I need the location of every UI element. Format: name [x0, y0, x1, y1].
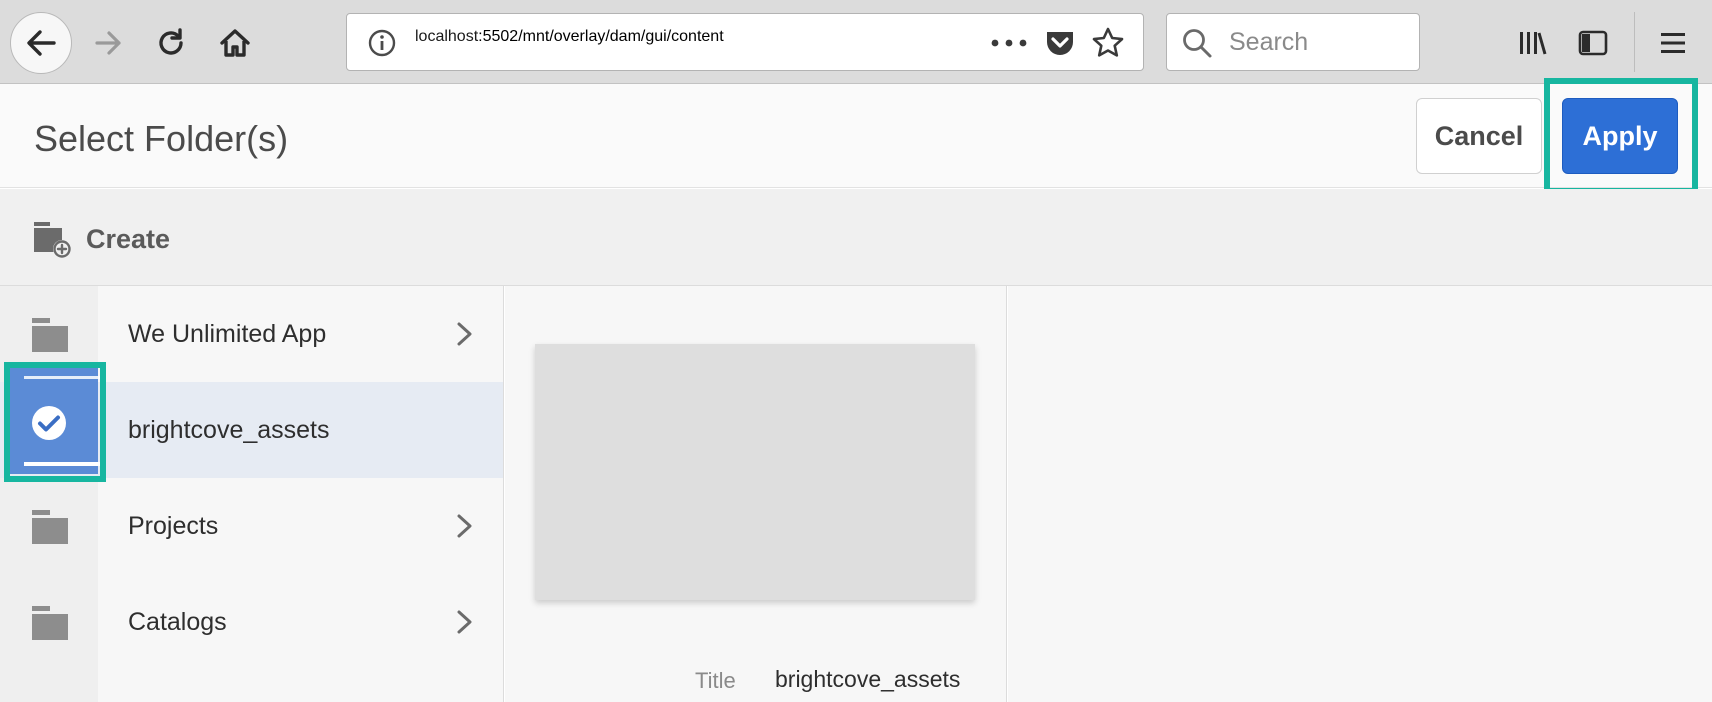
browser-toolbar: localhost:5502/mnt/overlay/dam/gui/conte… [0, 0, 1712, 84]
toolbar-separator [1634, 12, 1635, 72]
page-actions-icon[interactable] [987, 28, 1031, 58]
library-button[interactable] [1508, 18, 1558, 68]
selection-highlight-box [4, 362, 106, 482]
url-path: :5502/mnt/overlay/dam/gui/content [478, 28, 724, 45]
preview-thumbnail [535, 344, 975, 600]
folder-icon [32, 318, 68, 352]
forward-button[interactable] [84, 18, 134, 68]
preview-column: Title brightcove_assets [505, 286, 1007, 702]
folder-icon [32, 606, 68, 640]
folder-icon [32, 510, 68, 544]
address-bar[interactable]: localhost:5502/mnt/overlay/dam/gui/conte… [346, 13, 1144, 71]
url-text[interactable]: localhost:5502/mnt/overlay/dam/gui/conte… [415, 28, 1261, 60]
folder-label: We Unlimited App [128, 320, 327, 348]
chevron-right-icon[interactable] [452, 318, 476, 350]
sidebar-icon [1578, 30, 1608, 56]
home-icon [220, 29, 250, 57]
pocket-icon[interactable] [1043, 26, 1077, 60]
page-title: Select Folder(s) [34, 118, 289, 159]
back-button[interactable] [10, 12, 72, 74]
cancel-button[interactable]: Cancel [1416, 98, 1542, 174]
bookmark-star-icon[interactable] [1091, 26, 1125, 60]
folder-row-catalogs[interactable]: Catalogs [0, 574, 503, 670]
library-icon [1520, 32, 1547, 55]
dialog-header: Select Folder(s) Cancel Apply [0, 78, 1712, 194]
search-field[interactable]: Search [1166, 13, 1420, 71]
folder-label: Catalogs [128, 608, 227, 636]
url-fade [907, 16, 997, 68]
empty-column [1008, 286, 1712, 702]
site-info-icon[interactable] [367, 28, 397, 58]
apply-button[interactable]: Apply [1562, 98, 1678, 174]
url-host: localhost [415, 28, 479, 45]
forward-icon [95, 31, 121, 55]
search-placeholder: Search [1229, 28, 1309, 56]
home-button[interactable] [210, 18, 260, 68]
create-button[interactable]: Create [32, 219, 170, 259]
back-icon [27, 30, 56, 56]
chevron-right-icon[interactable] [452, 606, 476, 638]
action-bar: Create [0, 189, 1712, 286]
hamburger-menu-icon [1661, 33, 1685, 53]
folder-row-projects[interactable]: Projects [0, 478, 503, 574]
chevron-right-icon[interactable] [452, 510, 476, 542]
folder-label: brightcove_assets [128, 416, 330, 444]
meta-title-key: Title [695, 668, 736, 693]
reload-icon [159, 28, 183, 55]
menu-button[interactable] [1648, 18, 1698, 68]
search-icon [1183, 29, 1212, 58]
create-folder-icon [34, 222, 71, 258]
meta-title-value: brightcove_assets [775, 666, 961, 692]
folder-column: We Unlimited App brightcove_assets Proje… [0, 286, 504, 702]
reload-button[interactable] [146, 18, 196, 68]
create-label: Create [86, 223, 171, 254]
folder-label: Projects [128, 512, 219, 540]
sidebar-button[interactable] [1568, 18, 1618, 68]
